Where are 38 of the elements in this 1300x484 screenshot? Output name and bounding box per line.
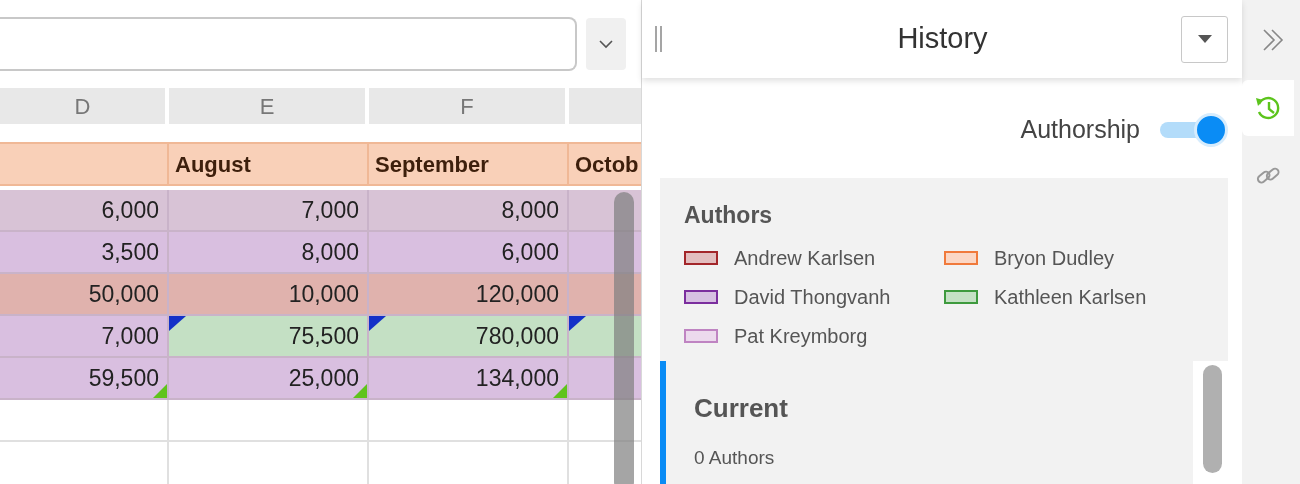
author-name: Andrew Karlsen — [734, 245, 876, 271]
history-icon — [1254, 94, 1282, 122]
scrollbar[interactable] — [614, 192, 634, 484]
header-cell: September — [369, 144, 569, 184]
author-name: Pat Kreymborg — [734, 323, 868, 349]
table-cell: 120,000 — [369, 274, 569, 314]
table-cell: 780,000 — [369, 316, 569, 356]
table-cell: 8,000 — [369, 190, 569, 230]
header-cell: August — [169, 144, 369, 184]
table-cell: 75,500 — [169, 316, 369, 356]
panel-menu-button[interactable] — [1181, 15, 1228, 63]
drag-handle-icon[interactable] — [654, 26, 664, 52]
author-name: David Thongvanh — [734, 284, 891, 310]
author-name: Kathleen Karlsen — [994, 284, 1147, 310]
toggle-label: Authorship — [1020, 114, 1140, 146]
version-item[interactable]: Current 0 Authors — [660, 361, 1193, 484]
authorship-toggle[interactable] — [1160, 111, 1228, 149]
side-tab[interactable] — [1242, 80, 1294, 136]
panel-scrollbar[interactable] — [1203, 365, 1222, 473]
table-cell: 50,000 — [0, 274, 169, 314]
table-cell: 7,000 — [169, 190, 369, 230]
table-cell: 6,000 — [369, 232, 569, 272]
table-cell: 59,500 — [0, 358, 169, 398]
caret-down-icon — [1197, 35, 1212, 43]
table-cell: 6,000 — [0, 190, 169, 230]
table-cell: 3,500 — [0, 232, 169, 272]
authors-heading: Authors — [684, 201, 774, 230]
table-cell: 7,000 — [0, 316, 169, 356]
chevron-down-icon — [599, 39, 613, 49]
formula-field[interactable] — [0, 17, 577, 71]
collapse-icon[interactable] — [1261, 28, 1285, 52]
header-cell-text: Octob — [574, 150, 640, 179]
author-name: Bryon Dudley — [994, 245, 1115, 271]
panel-title: History — [896, 21, 989, 57]
table-cell: 25,000 — [169, 358, 369, 398]
table-cell: 134,000 — [369, 358, 569, 398]
table-cell: 10,000 — [169, 274, 369, 314]
table-cell: 8,000 — [169, 232, 369, 272]
